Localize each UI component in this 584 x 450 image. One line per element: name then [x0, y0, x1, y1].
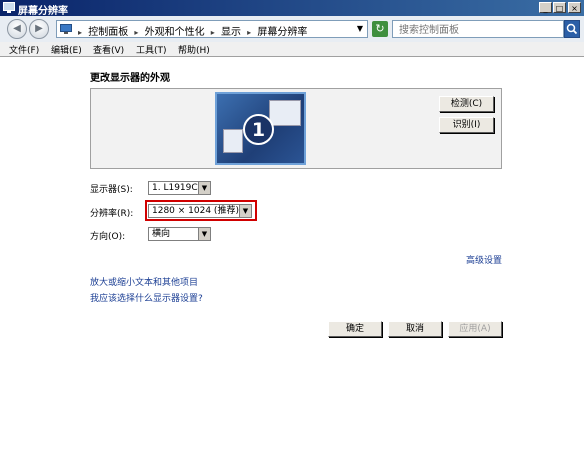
- preview-window-graphic: [269, 100, 301, 126]
- title-bar[interactable]: 屏幕分辨率 _ □ ×: [0, 0, 584, 17]
- menu-help[interactable]: 帮助(H): [178, 43, 210, 56]
- resolution-select[interactable]: 1280 × 1024 (推荐) ▼: [148, 204, 252, 218]
- cancel-button[interactable]: 取消: [388, 321, 442, 337]
- menu-edit[interactable]: 编辑(E): [51, 43, 82, 56]
- breadcrumb-item-control-panel[interactable]: 控制面板: [88, 27, 128, 38]
- text-size-link[interactable]: 放大或缩小文本和其他项目: [90, 275, 198, 288]
- identify-button[interactable]: 识别(I): [439, 117, 494, 133]
- window-title: 屏幕分辨率: [18, 6, 68, 17]
- orientation-select[interactable]: 横向 ▼: [148, 227, 211, 241]
- breadcrumb-separator: ▸: [134, 28, 139, 37]
- close-button[interactable]: ×: [568, 2, 581, 13]
- forward-arrow-icon[interactable]: ▶: [29, 19, 49, 39]
- breadcrumb-separator: ▸: [78, 28, 83, 37]
- maximize-button[interactable]: □: [553, 2, 566, 13]
- back-arrow-icon[interactable]: ◀: [7, 19, 27, 39]
- breadcrumb-item-appearance[interactable]: 外观和个性化: [145, 27, 205, 38]
- monitor-1-thumbnail[interactable]: 1: [215, 92, 306, 165]
- chevron-down-icon[interactable]: ▼: [357, 24, 363, 33]
- display-select-value: 1. L1919C: [152, 183, 198, 193]
- breadcrumb-separator: ▸: [247, 28, 252, 37]
- ok-button[interactable]: 确定: [328, 321, 382, 337]
- search-box[interactable]: [392, 20, 564, 38]
- search-input[interactable]: [397, 22, 561, 38]
- display-help-link[interactable]: 我应该选择什么显示器设置?: [90, 291, 203, 304]
- minimize-button[interactable]: _: [539, 2, 552, 13]
- detect-button[interactable]: 检测(C): [439, 96, 494, 112]
- main-content: 更改显示器的外观 1 检测(C) 识别(I) 显示器(S): 1. L1919C…: [0, 56, 584, 450]
- computer-icon: [60, 24, 72, 34]
- menu-tools[interactable]: 工具(T): [136, 43, 167, 56]
- page-title: 更改显示器的外观: [90, 73, 170, 84]
- apply-button[interactable]: 应用(A): [448, 321, 502, 337]
- monitor-app-icon: [3, 2, 15, 13]
- resolution-select-value: 1280 × 1024 (推荐): [152, 206, 239, 216]
- orientation-select-value: 横向: [152, 229, 171, 239]
- breadcrumb-item-display[interactable]: 显示: [221, 27, 241, 38]
- monitor-number-badge: 1: [243, 114, 274, 145]
- menu-file[interactable]: 文件(F): [9, 43, 39, 56]
- menu-bar: 文件(F) 编辑(E) 查看(V) 工具(T) 帮助(H): [0, 42, 584, 56]
- refresh-icon[interactable]: ↻: [372, 21, 388, 37]
- monitor-preview-panel: 1 检测(C) 识别(I): [90, 88, 502, 169]
- address-toolbar: ◀ ▶ ▸ 控制面板 ▸ 外观和个性化 ▸ 显示 ▸ 屏幕分辨率 ▼ ↻: [0, 16, 584, 42]
- orientation-label: 方向(O):: [90, 232, 126, 242]
- address-field[interactable]: ▸ 控制面板 ▸ 外观和个性化 ▸ 显示 ▸ 屏幕分辨率 ▼: [56, 20, 368, 38]
- menu-view[interactable]: 查看(V): [93, 43, 124, 56]
- display-label: 显示器(S):: [90, 185, 133, 195]
- advanced-settings-link[interactable]: 高级设置: [466, 253, 502, 266]
- chevron-down-icon: ▼: [239, 205, 251, 217]
- chevron-down-icon: ▼: [198, 228, 210, 240]
- search-button[interactable]: [564, 20, 580, 38]
- resolution-label: 分辨率(R):: [90, 209, 134, 219]
- search-icon: [566, 23, 578, 35]
- breadcrumb-item-resolution[interactable]: 屏幕分辨率: [257, 27, 307, 38]
- breadcrumb-separator: ▸: [210, 28, 215, 37]
- preview-window-graphic: [223, 129, 243, 153]
- breadcrumb: ▸ 控制面板 ▸ 外观和个性化 ▸ 显示 ▸ 屏幕分辨率: [75, 23, 307, 38]
- chevron-down-icon: ▼: [198, 182, 210, 194]
- display-select[interactable]: 1. L1919C ▼: [148, 181, 211, 195]
